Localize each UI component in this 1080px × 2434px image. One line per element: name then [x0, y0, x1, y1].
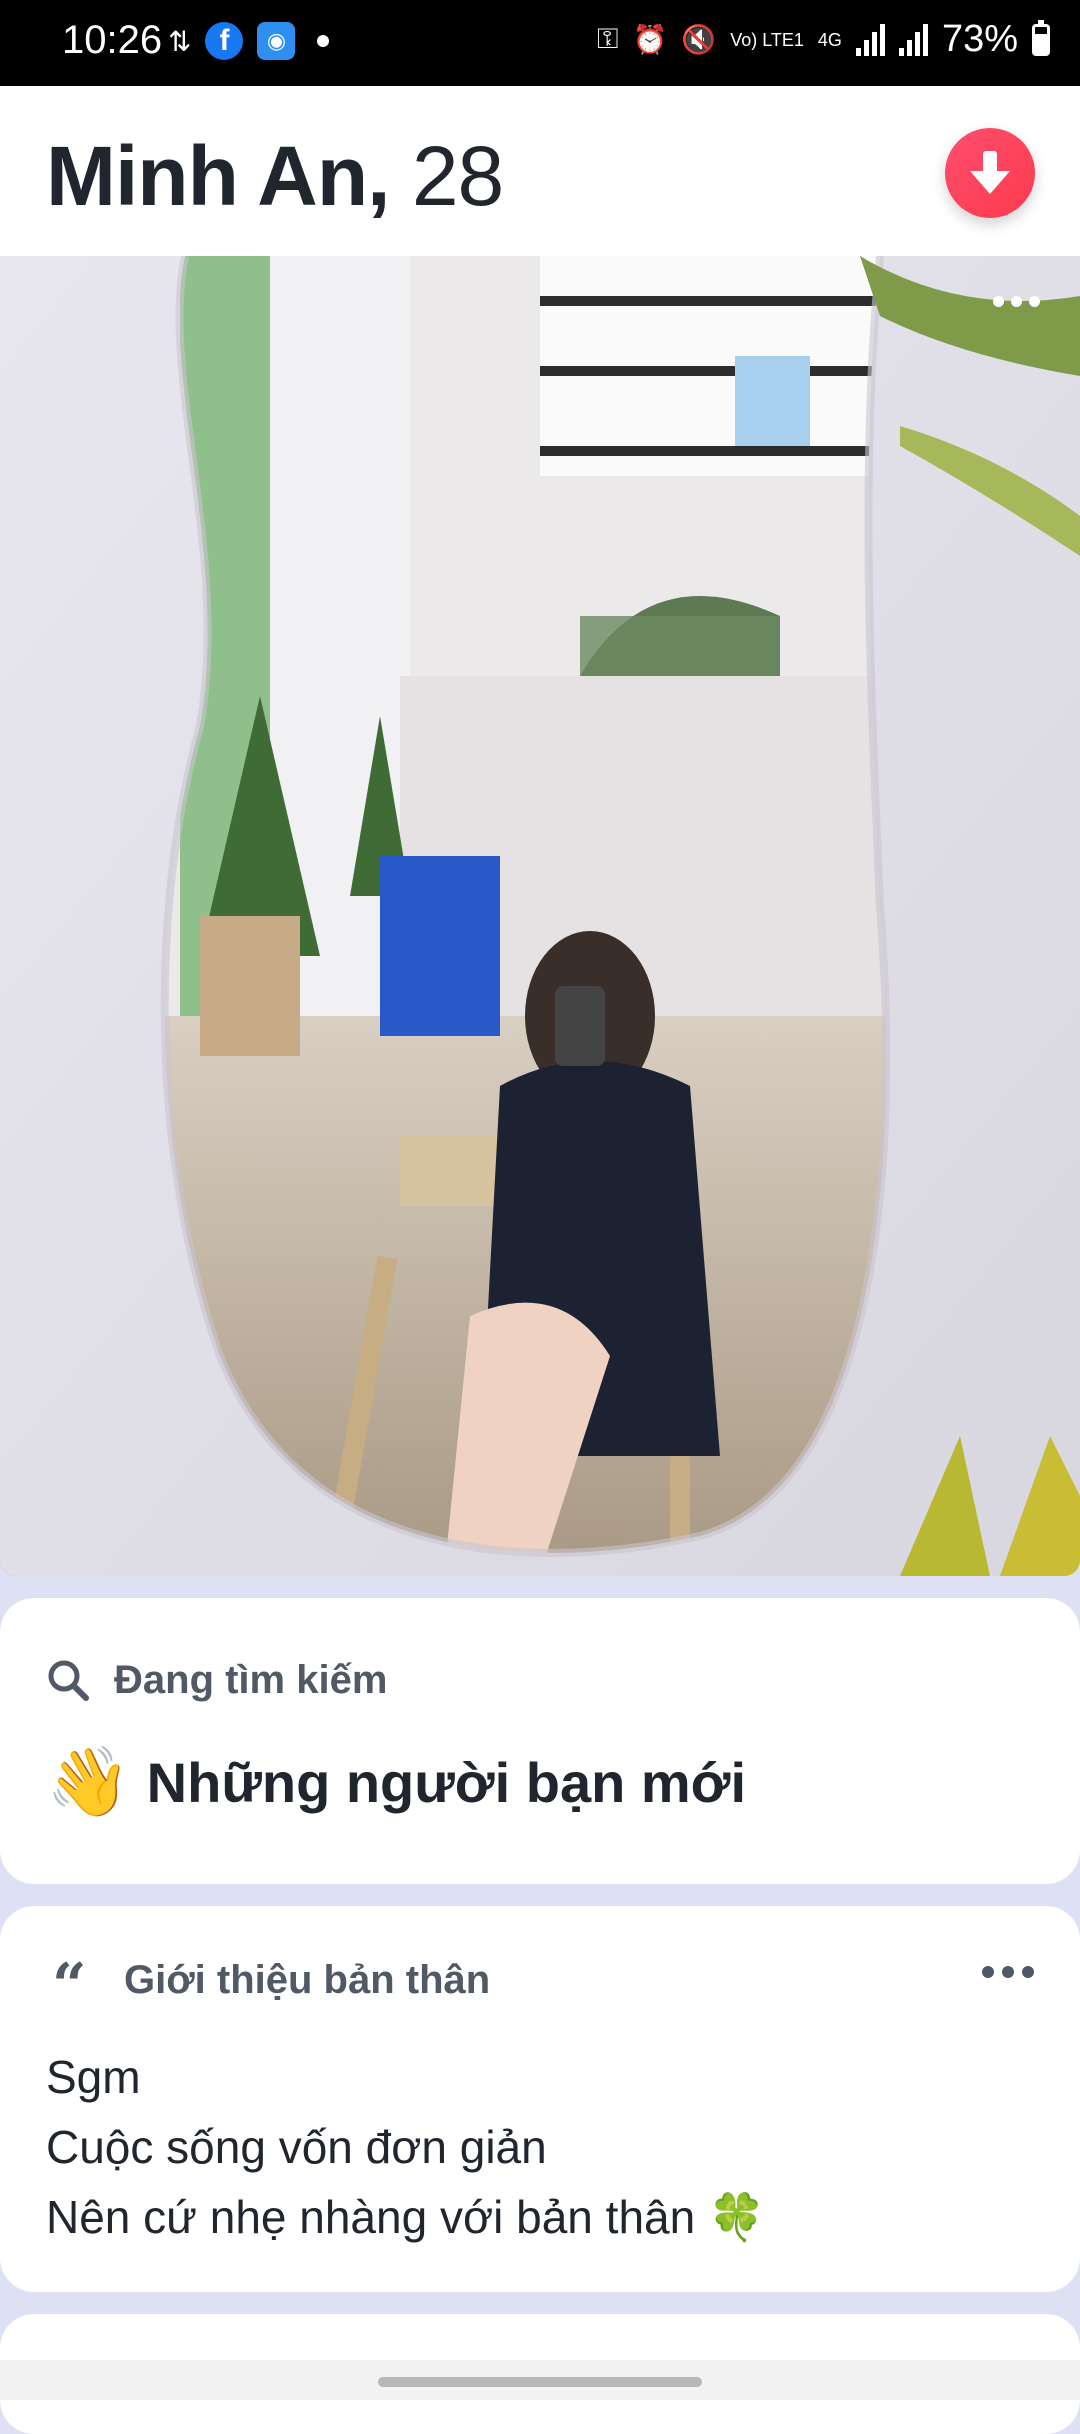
signal-icon	[855, 23, 885, 56]
facebook-icon: f	[205, 22, 244, 60]
hotspot-icon: ◉	[257, 22, 296, 60]
search-icon	[46, 1658, 90, 1707]
photo-more-button[interactable]	[993, 296, 1040, 307]
transfer-icon: ⇅	[168, 25, 192, 57]
volte-label: Vo) LTE1	[730, 29, 804, 50]
more-horizontal-icon	[993, 296, 1004, 307]
status-time: 10:26	[62, 18, 163, 62]
network-type-label: 4G	[817, 29, 842, 50]
profile-photo[interactable]	[0, 256, 1080, 1576]
looking-for-card: Đang tìm kiếm 👋 Những người bạn mới	[0, 1598, 1080, 1884]
looking-for-value: Những người bạn mới	[146, 1750, 747, 1814]
collapse-profile-button[interactable]	[945, 128, 1035, 218]
quote-icon: “	[52, 1951, 87, 2021]
home-gesture-handle[interactable]	[378, 2377, 702, 2387]
looking-for-value-row: 👋 Những người bạn mới	[46, 1748, 746, 1816]
arrow-down-icon	[970, 151, 1010, 194]
about-me-card: “ Giới thiệu bản thân Sgm Cuộc sống vốn …	[0, 1906, 1080, 2292]
mute-icon: 🔇	[681, 24, 717, 55]
profile-age: 28	[411, 129, 504, 223]
about-me-text: Sgm Cuộc sống vốn đơn giản Nên cứ nhẹ nh…	[46, 2051, 766, 2243]
alarm-icon: ⏰	[632, 24, 668, 55]
looking-for-label: Đang tìm kiếm	[114, 1658, 388, 1702]
more-horizontal-icon	[982, 1966, 994, 1978]
battery-percent: 73%	[941, 18, 1018, 60]
battery-icon	[1032, 19, 1050, 56]
profile-name: Minh An,	[46, 129, 390, 223]
key-icon: ⚿	[597, 23, 619, 54]
signal-icon	[898, 23, 928, 56]
status-bar: 10:26 ⇅ f ◉ ⚿ ⏰ 🔇 Vo) LTE1 4G 73%	[0, 0, 1080, 86]
notification-dot-icon	[317, 35, 330, 47]
profile-header: Minh An, 28	[0, 86, 1080, 256]
about-me-more-button[interactable]	[982, 1966, 1034, 1978]
about-me-label: Giới thiệu bản thân	[124, 1958, 491, 2002]
waving-hand-icon: 👋	[46, 1744, 131, 1820]
profile-title: Minh An, 28	[46, 128, 504, 225]
photo-illustration	[0, 256, 1080, 1576]
